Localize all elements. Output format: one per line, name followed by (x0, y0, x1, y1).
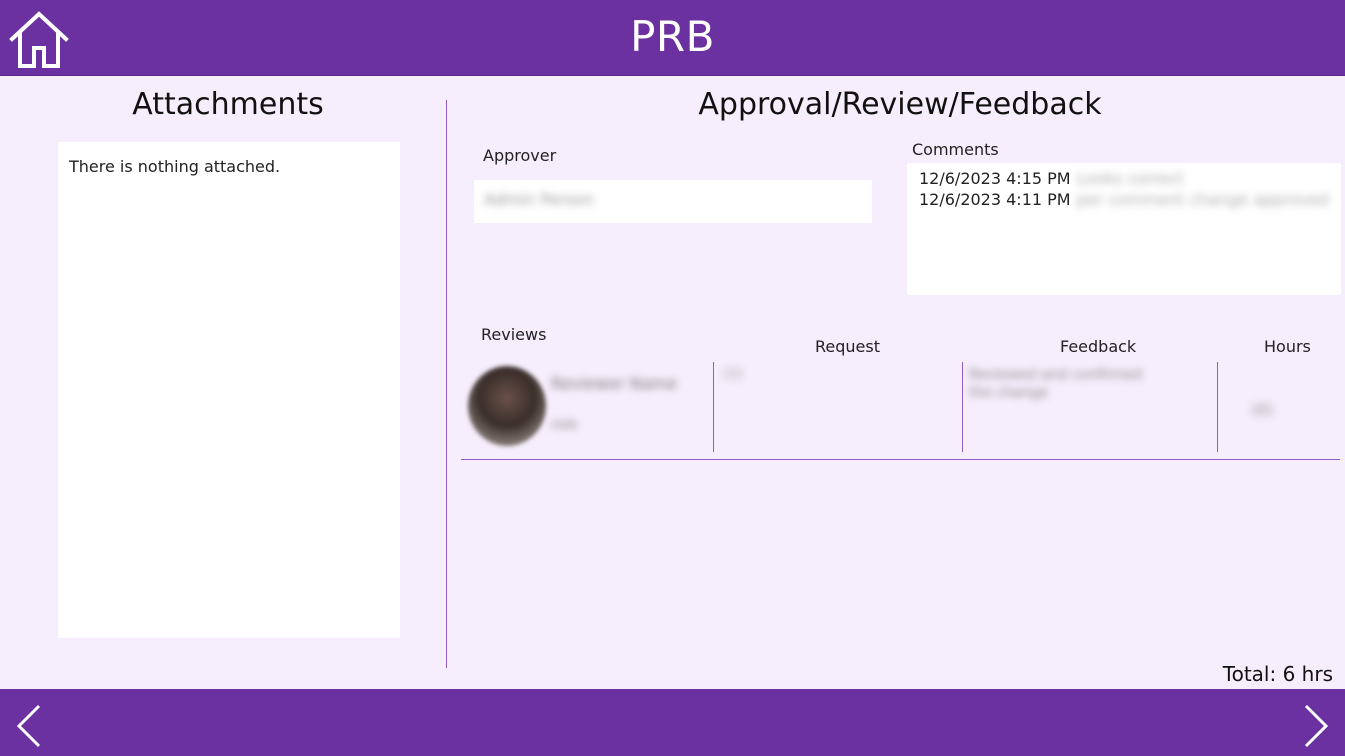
app-title: PRB (630, 12, 715, 61)
feedback-cell: Reviewed and confirmed the change (969, 367, 1143, 401)
comments-label: Comments (912, 140, 999, 159)
attachments-empty-message: There is nothing attached. (69, 157, 281, 176)
comments-field[interactable]: 12/6/2023 4:15 PM Looks correct 12/6/2023… (907, 163, 1341, 295)
hours-column-header: Hours (1264, 337, 1311, 356)
comment-line: 12/6/2023 4:15 PM Looks correct (919, 169, 1184, 188)
reviewer-subtitle: role (551, 417, 578, 433)
comment-timestamp: 12/6/2023 4:11 PM (919, 190, 1071, 209)
comment-text: per comment change approved (1076, 190, 1329, 209)
column-divider (1217, 362, 1218, 452)
app-footer (0, 689, 1345, 756)
request-cell: (1) (723, 366, 743, 382)
row-separator (461, 459, 1340, 460)
comment-text: Looks correct (1076, 169, 1184, 188)
comment-line: 12/6/2023 4:11 PM per comment change appr… (919, 190, 1329, 209)
approval-title: Approval/Review/Feedback (698, 87, 1102, 122)
hours-cell: (6) (1251, 400, 1274, 419)
chevron-left-icon (16, 704, 41, 748)
approver-field[interactable]: Admin Person (474, 180, 872, 223)
column-divider (713, 362, 714, 452)
app-header: PRB (0, 0, 1345, 76)
previous-button[interactable] (14, 703, 44, 749)
approver-value: Admin Person (484, 190, 594, 209)
attachments-title: Attachments (132, 87, 324, 122)
reviewer-name: Reviewer Name (551, 374, 677, 393)
avatar (468, 366, 546, 446)
request-column-header: Request (815, 337, 880, 356)
comment-timestamp: 12/6/2023 4:15 PM (919, 169, 1071, 188)
section-divider (446, 100, 447, 668)
next-button[interactable] (1301, 703, 1331, 749)
column-divider (962, 362, 963, 452)
review-row[interactable]: Reviewer Name role (1) Reviewed and conf… (461, 362, 1340, 460)
attachments-list: There is nothing attached. (58, 142, 400, 638)
feedback-column-header: Feedback (1060, 337, 1137, 356)
reviews-label: Reviews (481, 325, 547, 344)
chevron-right-icon (1304, 704, 1329, 748)
approver-label: Approver (483, 146, 557, 165)
total-hours: Total: 6 hrs (1222, 662, 1333, 686)
